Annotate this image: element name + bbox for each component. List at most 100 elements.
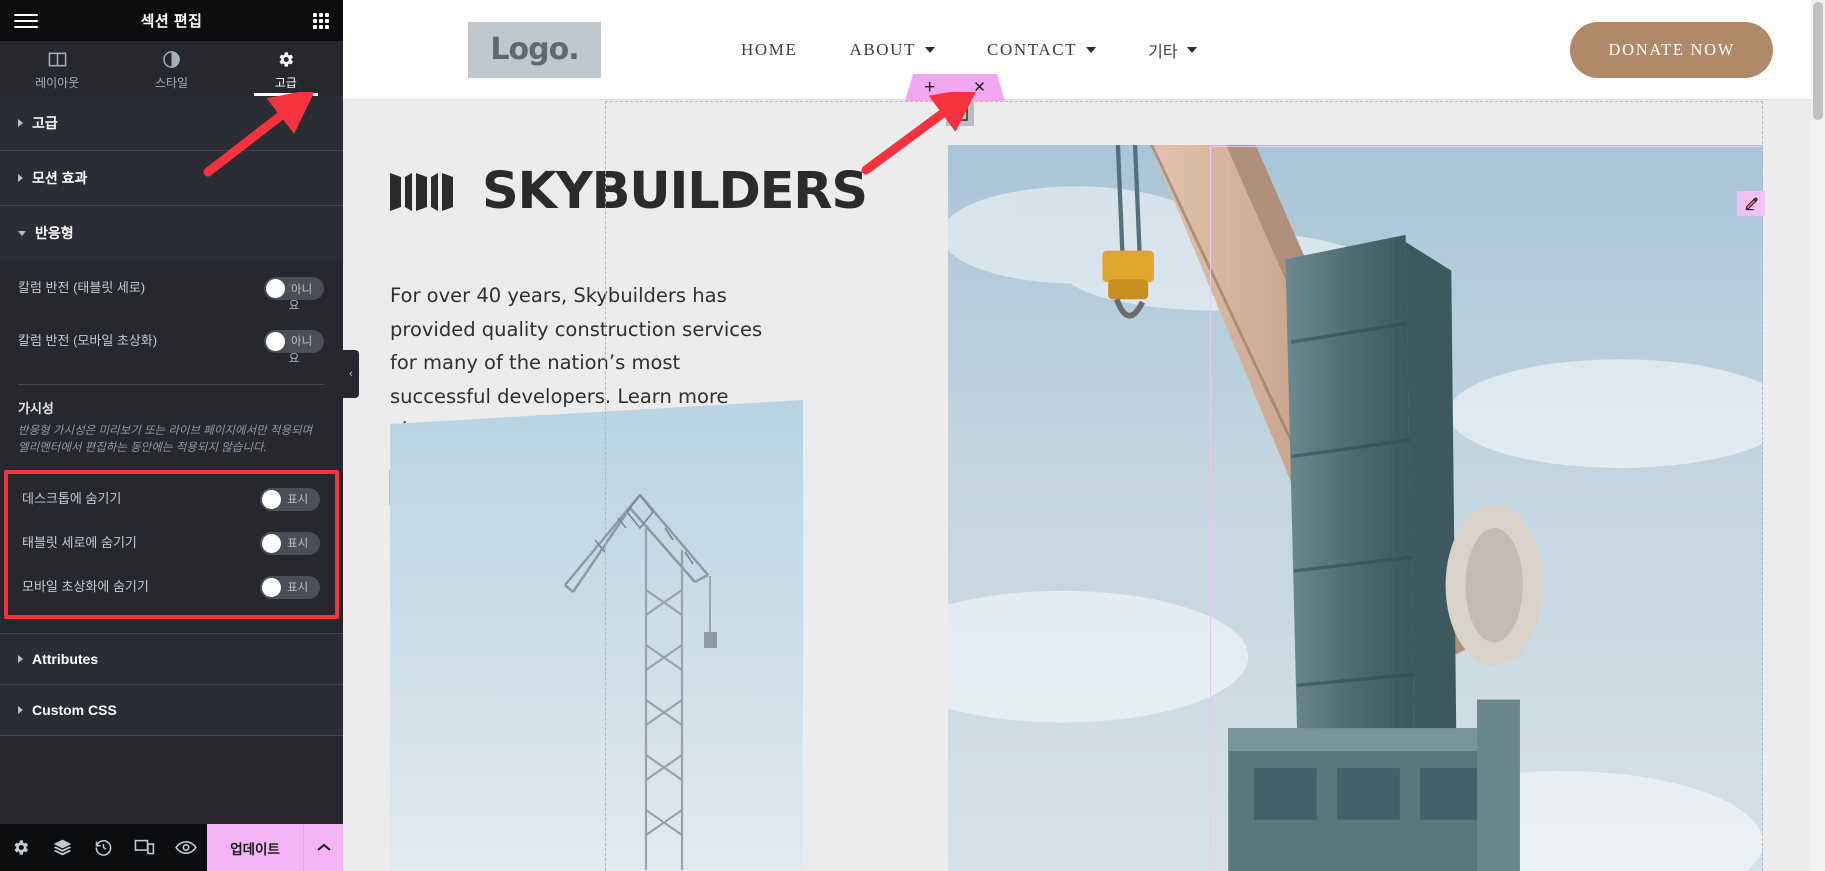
control-hide-on-tablet[interactable]: 태블릿 세로에 숨기기 표시: [22, 521, 321, 565]
hero-brand-text: SKYBUILDERS: [482, 162, 868, 221]
accordion-advanced-label: 고급: [32, 115, 58, 131]
grid-apps-icon[interactable]: [313, 12, 329, 29]
hamburger-icon[interactable]: [14, 13, 38, 28]
toggle-switch[interactable]: 표시: [260, 531, 320, 555]
toggle-state-text: 아니: [291, 283, 313, 296]
responsive-devices-icon[interactable]: [124, 838, 165, 857]
responsive-body: 칼럼 반전 (태블릿 세로) 아니 요 칼럼 반전 (모바일 초상화) 아니 요…: [0, 260, 343, 633]
tab-style[interactable]: 스타일: [114, 41, 228, 96]
tab-advanced[interactable]: 고급: [229, 41, 343, 96]
toggle-switch[interactable]: 아니: [264, 329, 324, 353]
nav-item-etc[interactable]: 기타: [1148, 38, 1197, 62]
gear-icon[interactable]: [0, 838, 41, 857]
nav-item-contact[interactable]: CONTACT: [987, 39, 1097, 60]
toggle-state-text: 아니: [291, 336, 313, 349]
toggle-hide-on-tablet[interactable]: 표시: [259, 531, 321, 555]
add-element-icon[interactable]: +: [924, 78, 935, 97]
toggle-switch[interactable]: 아니: [264, 277, 324, 300]
layers-icon[interactable]: [41, 837, 82, 858]
donate-now-button[interactable]: DONATE NOW: [1570, 21, 1773, 78]
control-hide-on-desktop[interactable]: 데스크톱에 숨기기 표시: [22, 477, 321, 521]
chevron-down-icon: [1186, 46, 1197, 53]
close-icon[interactable]: ✕: [973, 80, 986, 95]
accordion-motion-effects-label: 모션 효과: [32, 170, 88, 186]
nav-item-label: HOME: [741, 39, 798, 59]
site-logo[interactable]: Logo.: [468, 21, 601, 78]
toggle-state-text-wrap: 요: [288, 300, 300, 312]
gear-icon: [279, 52, 294, 67]
editor-panel: 섹션 편집 레이아웃 스타일 고급 고급 모션 효과 반응형 칼럼 반전 (태블…: [0, 0, 344, 871]
nav-item-about[interactable]: ABOUT: [849, 39, 936, 60]
hide-controls-highlight-box: 데스크톱에 숨기기 표시 태블릿 세로에 숨기기 표시 모바일 초상화에 숨기기…: [4, 469, 339, 619]
control-reverse-columns-tablet[interactable]: 칼럼 반전 (태블릿 세로) 아니 요: [18, 266, 325, 319]
nav-item-home[interactable]: HOME: [741, 40, 797, 60]
column-icon[interactable]: [946, 101, 974, 126]
toggle-state-text: 표시: [287, 494, 309, 507]
chevron-right-icon: [18, 174, 23, 182]
style-contrast-icon: [163, 51, 180, 68]
toggle-knob: [266, 331, 285, 351]
tab-layout[interactable]: 레이아웃: [0, 41, 114, 96]
site-preview-canvas: Logo. HOME ABOUT CONTACT 기타 DONATE NOW +: [343, 0, 1825, 871]
tab-style-label: 스타일: [154, 76, 189, 90]
preview-eye-icon[interactable]: [166, 839, 207, 856]
crane-illustration-large: [948, 145, 1763, 871]
scrollbar-thumb[interactable]: [1813, 2, 1823, 120]
accordion-custom-css[interactable]: Custom CSS: [0, 684, 343, 736]
accordion-advanced-header[interactable]: 고급: [0, 96, 343, 150]
chevron-down-icon: [1086, 46, 1097, 53]
accordion-custom-css-header[interactable]: Custom CSS: [0, 685, 343, 735]
panel-header: 섹션 편집: [0, 0, 343, 41]
panel-body: 고급 모션 효과 반응형 칼럼 반전 (태블릿 세로) 아니 요 칼럼 반전 (…: [0, 96, 343, 824]
nav-item-label: CONTACT: [987, 39, 1078, 59]
skybuilders-logo-icon: [390, 171, 458, 213]
history-icon[interactable]: [83, 838, 124, 857]
panel-footer: 업데이트: [0, 824, 344, 871]
accordion-attributes-label: Attributes: [32, 650, 99, 667]
update-button[interactable]: 업데이트: [207, 824, 304, 871]
tab-advanced-label: 고급: [274, 76, 297, 90]
panel-tabs: 레이아웃 스타일 고급: [0, 41, 343, 96]
accordion-attributes[interactable]: Attributes: [0, 632, 343, 685]
toggle-knob: [262, 489, 281, 509]
chevron-right-icon: [18, 119, 23, 127]
toggle-switch[interactable]: 표시: [260, 487, 320, 511]
toggle-knob: [266, 279, 285, 298]
control-reverse-columns-mobile[interactable]: 칼럼 반전 (모바일 초상화) 아니 요: [18, 319, 325, 372]
hero-brand: SKYBUILDERS: [390, 162, 950, 221]
accordion-advanced[interactable]: 고급: [0, 96, 343, 151]
accordion-motion-effects[interactable]: 모션 효과: [0, 151, 343, 206]
nav-item-label: ABOUT: [849, 39, 917, 59]
control-label: 칼럼 반전 (모바일 초상화): [18, 332, 158, 348]
chevron-down-icon: [18, 230, 26, 236]
accordion-motion-effects-header[interactable]: 모션 효과: [0, 151, 343, 205]
panel-collapse-handle[interactable]: ‹: [343, 350, 359, 398]
accordion-responsive-header[interactable]: 반응형: [0, 206, 343, 260]
toggle-reverse-columns-tablet[interactable]: 아니 요: [263, 277, 325, 314]
accordion-responsive-label: 반응형: [35, 225, 74, 241]
crane-image-primary: [948, 145, 1763, 871]
element-toolbar: + ✕: [905, 74, 1005, 101]
chevron-right-icon: [18, 705, 23, 714]
toggle-hide-on-mobile[interactable]: 표시: [259, 575, 321, 599]
toggle-knob: [262, 533, 281, 553]
tab-layout-label: 레이아웃: [35, 76, 80, 90]
site-nav: HOME ABOUT CONTACT 기타: [741, 38, 1197, 62]
toggle-state-text: 표시: [287, 582, 309, 595]
toggle-switch[interactable]: 표시: [260, 575, 320, 599]
chevron-down-icon: [925, 46, 936, 53]
toggle-state-text: 표시: [287, 538, 309, 551]
accordion-attributes-header[interactable]: Attributes: [0, 634, 343, 684]
visibility-title: 가시성: [18, 400, 54, 416]
toggle-reverse-columns-mobile[interactable]: 아니 요: [263, 329, 325, 367]
toggle-hide-on-desktop[interactable]: 표시: [259, 487, 321, 511]
toggle-knob: [262, 577, 281, 597]
chevron-up-icon[interactable]: [303, 824, 344, 871]
panel-title: 섹션 편집: [140, 13, 203, 30]
nav-item-label: 기타: [1148, 43, 1178, 61]
control-hide-on-mobile[interactable]: 모바일 초상화에 숨기기 표시: [22, 565, 321, 609]
crane-illustration-small: [390, 400, 803, 870]
accordion-custom-css-label: Custom CSS: [32, 701, 117, 718]
page-scrollbar[interactable]: [1811, 0, 1825, 871]
chevron-right-icon: [18, 654, 23, 663]
